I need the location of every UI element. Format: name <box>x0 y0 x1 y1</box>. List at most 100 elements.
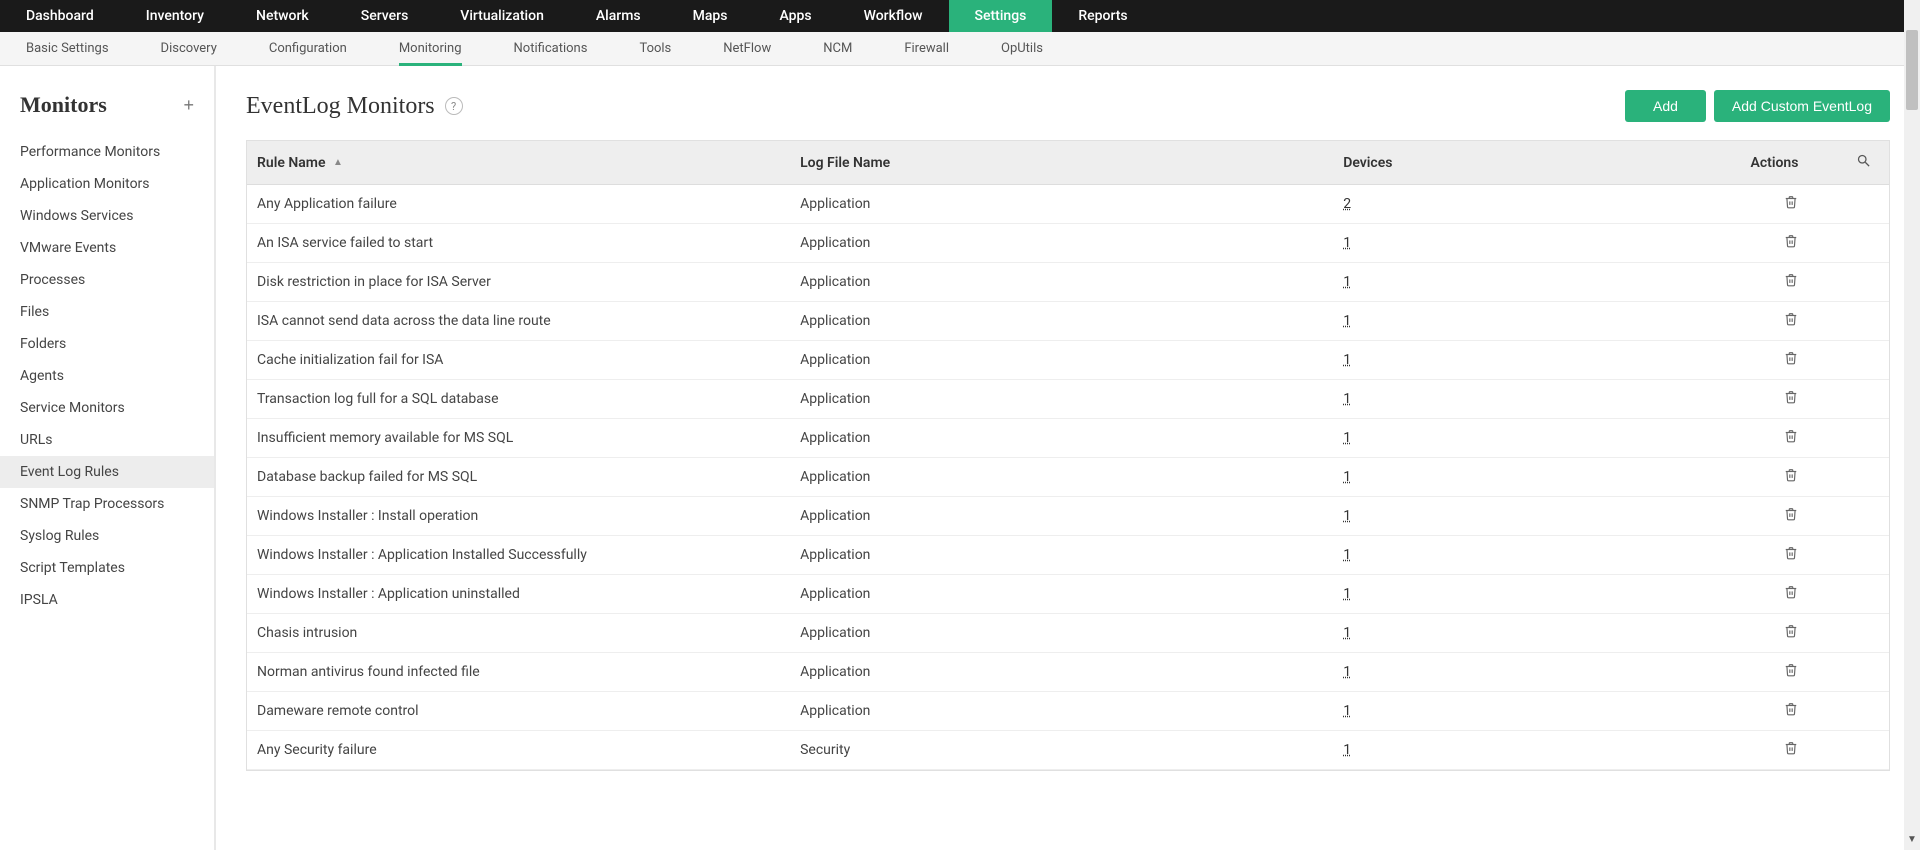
cell-log-file: Application <box>790 419 1333 458</box>
trash-icon[interactable] <box>1784 272 1798 288</box>
cell-rule-name[interactable]: Disk restriction in place for ISA Server <box>247 263 790 302</box>
sidebar-item-vmware-events[interactable]: VMware Events <box>0 232 214 264</box>
topnav-item-servers[interactable]: Servers <box>335 0 435 32</box>
sidebar-item-windows-services[interactable]: Windows Services <box>0 200 214 232</box>
devices-count-link[interactable]: 2 <box>1343 196 1351 212</box>
topnav-item-dashboard[interactable]: Dashboard <box>0 0 120 32</box>
trash-icon[interactable] <box>1784 584 1798 600</box>
trash-icon[interactable] <box>1784 662 1798 678</box>
subnav-item-monitoring[interactable]: Monitoring <box>373 32 488 65</box>
search-icon[interactable] <box>1856 156 1871 172</box>
col-header-log[interactable]: Log File Name <box>790 141 1333 185</box>
cell-rule-name[interactable]: Database backup failed for MS SQL <box>247 458 790 497</box>
devices-count-link[interactable]: 1 <box>1343 703 1351 719</box>
topnav-item-workflow[interactable]: Workflow <box>838 0 949 32</box>
subnav-item-netflow[interactable]: NetFlow <box>697 32 797 65</box>
plus-icon[interactable]: + <box>183 95 194 116</box>
cell-actions <box>1649 575 1838 614</box>
trash-icon[interactable] <box>1784 194 1798 210</box>
trash-icon[interactable] <box>1784 428 1798 444</box>
cell-rule-name[interactable]: ISA cannot send data across the data lin… <box>247 302 790 341</box>
cell-rule-name[interactable]: An ISA service failed to start <box>247 224 790 263</box>
cell-rule-name[interactable]: Transaction log full for a SQL database <box>247 380 790 419</box>
devices-count-link[interactable]: 1 <box>1343 586 1351 602</box>
devices-count-link[interactable]: 1 <box>1343 469 1351 485</box>
trash-icon[interactable] <box>1784 506 1798 522</box>
subnav-item-basic-settings[interactable]: Basic Settings <box>0 32 135 65</box>
devices-count-link[interactable]: 1 <box>1343 742 1351 758</box>
col-header-rule[interactable]: Rule Name ▲ <box>247 141 790 185</box>
subnav-item-tools[interactable]: Tools <box>613 32 697 65</box>
col-header-devices[interactable]: Devices <box>1333 141 1649 185</box>
devices-count-link[interactable]: 1 <box>1343 508 1351 524</box>
topnav-item-virtualization[interactable]: Virtualization <box>434 0 570 32</box>
cell-rule-name[interactable]: Windows Installer : Application Installe… <box>247 536 790 575</box>
sidebar-item-event-log-rules[interactable]: Event Log Rules <box>0 456 214 488</box>
window-scrollbar[interactable]: ▼ <box>1904 0 1920 850</box>
help-icon[interactable]: ? <box>445 97 463 115</box>
trash-icon[interactable] <box>1784 311 1798 327</box>
trash-icon[interactable] <box>1784 545 1798 561</box>
devices-count-link[interactable]: 1 <box>1343 664 1351 680</box>
sidebar-item-service-monitors[interactable]: Service Monitors <box>0 392 214 424</box>
sidebar-item-ipsla[interactable]: IPSLA <box>0 584 214 616</box>
cell-rule-name[interactable]: Any Application failure <box>247 185 790 224</box>
devices-count-link[interactable]: 1 <box>1343 235 1351 251</box>
sidebar-item-application-monitors[interactable]: Application Monitors <box>0 168 214 200</box>
trash-icon[interactable] <box>1784 389 1798 405</box>
sidebar-item-script-templates[interactable]: Script Templates <box>0 552 214 584</box>
trash-icon[interactable] <box>1784 701 1798 717</box>
add-button[interactable]: Add <box>1625 90 1706 122</box>
topnav-item-maps[interactable]: Maps <box>667 0 754 32</box>
sidebar-item-agents[interactable]: Agents <box>0 360 214 392</box>
devices-count-link[interactable]: 1 <box>1343 547 1351 563</box>
trash-icon[interactable] <box>1784 233 1798 249</box>
sidebar-item-syslog-rules[interactable]: Syslog Rules <box>0 520 214 552</box>
subnav-item-firewall[interactable]: Firewall <box>878 32 975 65</box>
cell-rule-name[interactable]: Cache initialization fail for ISA <box>247 341 790 380</box>
devices-count-link[interactable]: 1 <box>1343 625 1351 641</box>
col-header-search[interactable] <box>1838 141 1889 185</box>
topnav-item-alarms[interactable]: Alarms <box>570 0 667 32</box>
sidebar-item-performance-monitors[interactable]: Performance Monitors <box>0 136 214 168</box>
trash-icon[interactable] <box>1784 350 1798 366</box>
scroll-down-arrow[interactable]: ▼ <box>1904 834 1920 850</box>
cell-rule-name[interactable]: Windows Installer : Application uninstal… <box>247 575 790 614</box>
topnav-item-inventory[interactable]: Inventory <box>120 0 230 32</box>
subnav-item-ncm[interactable]: NCM <box>797 32 878 65</box>
devices-count-link[interactable]: 1 <box>1343 313 1351 329</box>
subnav-item-discovery[interactable]: Discovery <box>135 32 243 65</box>
topnav-item-reports[interactable]: Reports <box>1052 0 1153 32</box>
trash-icon[interactable] <box>1784 467 1798 483</box>
cell-rule-name[interactable]: Chasis intrusion <box>247 614 790 653</box>
cell-rule-name[interactable]: Norman antivirus found infected file <box>247 653 790 692</box>
trash-icon[interactable] <box>1784 740 1798 756</box>
topnav-item-network[interactable]: Network <box>230 0 335 32</box>
cell-rule-name[interactable]: Any Security failure <box>247 731 790 770</box>
cell-devices: 1 <box>1333 263 1649 302</box>
devices-count-link[interactable]: 1 <box>1343 430 1351 446</box>
cell-devices: 1 <box>1333 341 1649 380</box>
topnav-item-apps[interactable]: Apps <box>754 0 838 32</box>
add-custom-eventlog-button[interactable]: Add Custom EventLog <box>1714 90 1890 122</box>
cell-rule-name[interactable]: Windows Installer : Install operation <box>247 497 790 536</box>
sidebar-item-snmp-trap-processors[interactable]: SNMP Trap Processors <box>0 488 214 520</box>
cell-rule-name[interactable]: Dameware remote control <box>247 692 790 731</box>
topnav-item-settings[interactable]: Settings <box>949 0 1053 32</box>
subnav-item-configuration[interactable]: Configuration <box>243 32 373 65</box>
table-row: Windows Installer : Install operationApp… <box>247 497 1889 536</box>
devices-count-link[interactable]: 1 <box>1343 391 1351 407</box>
cell-spacer <box>1838 224 1889 263</box>
sidebar-item-urls[interactable]: URLs <box>0 424 214 456</box>
sidebar-item-processes[interactable]: Processes <box>0 264 214 296</box>
devices-count-link[interactable]: 1 <box>1343 274 1351 290</box>
trash-icon[interactable] <box>1784 623 1798 639</box>
devices-count-link[interactable]: 1 <box>1343 352 1351 368</box>
cell-rule-name[interactable]: Insufficient memory available for MS SQL <box>247 419 790 458</box>
subnav-item-notifications[interactable]: Notifications <box>488 32 614 65</box>
scrollbar-thumb[interactable] <box>1906 30 1918 110</box>
cell-log-file: Application <box>790 614 1333 653</box>
sidebar-item-folders[interactable]: Folders <box>0 328 214 360</box>
subnav-item-oputils[interactable]: OpUtils <box>975 32 1069 65</box>
sidebar-item-files[interactable]: Files <box>0 296 214 328</box>
